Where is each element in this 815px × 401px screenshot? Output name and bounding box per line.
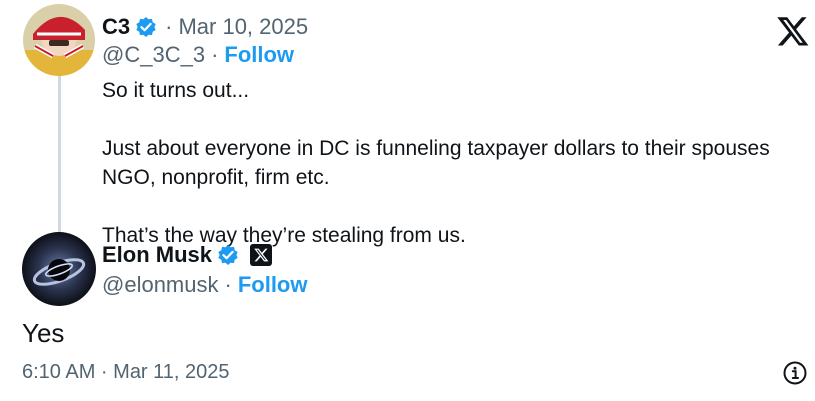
follow-button[interactable]: Follow (238, 272, 308, 298)
avatar-c3[interactable] (23, 4, 95, 76)
info-icon[interactable] (782, 360, 808, 386)
quoted-tweet-handle-row: @C_3C_3 · Follow (102, 42, 294, 68)
separator-dot: · (165, 14, 173, 39)
tweet-timestamp[interactable]: 6:10 AM · Mar 11, 2025 (22, 361, 230, 384)
author-name[interactable]: Elon Musk (102, 242, 212, 268)
reply-tweet-header: Elon Musk (102, 242, 273, 268)
quoted-tweet-text: So it turns out... Just about everyone i… (102, 76, 802, 250)
tweet-text-line: So it turns out... (102, 79, 250, 102)
tweet-text-line: Just about everyone in DC is funneling t… (102, 137, 770, 189)
x-logo-icon[interactable] (775, 14, 811, 48)
reply-tweet-text: Yes (22, 318, 65, 348)
reply-tweet-handle-row: @elonmusk · Follow (102, 272, 307, 298)
tweet-date[interactable]: Mar 10, 2025 (178, 14, 308, 40)
separator-dot: · (211, 42, 219, 67)
author-name[interactable]: C3 (102, 14, 130, 40)
author-handle[interactable]: @C_3C_3 (102, 42, 205, 68)
verified-badge-icon (217, 244, 239, 266)
author-handle[interactable]: @elonmusk (102, 272, 219, 298)
verified-badge-icon (135, 16, 157, 38)
tweet-card: C3 · Mar 10, 2025 @C_3C_3 · Follow So it… (0, 0, 815, 401)
avatar-elon-musk[interactable] (22, 232, 96, 306)
x-affiliate-badge-icon (250, 244, 273, 266)
quoted-tweet-header: C3 · Mar 10, 2025 (102, 14, 308, 40)
thread-connector (58, 74, 61, 232)
follow-button[interactable]: Follow (224, 42, 294, 68)
separator-dot: · (224, 272, 232, 297)
